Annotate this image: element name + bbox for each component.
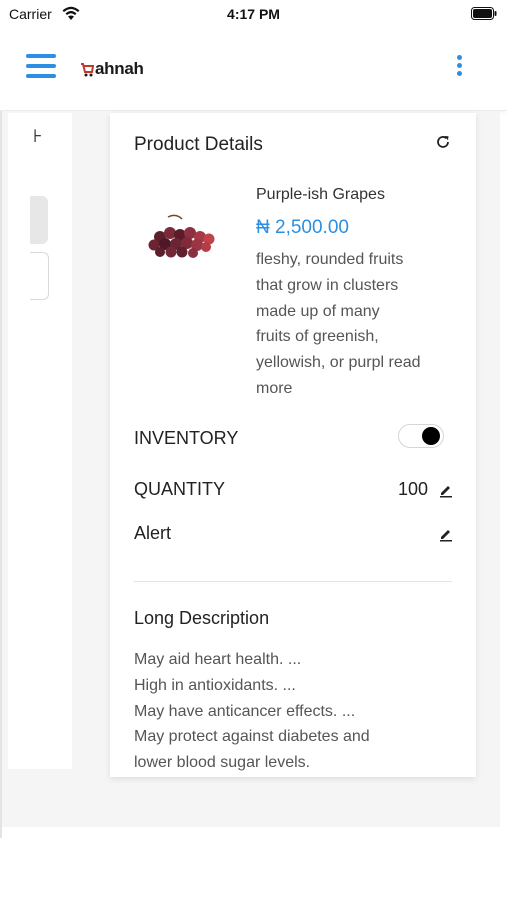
quantity-value: 100 [398,479,429,499]
app-bar: ahnah [0,30,507,111]
side-panel-glyph: ⊦ [33,126,43,146]
left-edge [0,111,2,838]
product-image [148,214,215,258]
long-description-line: May have anticancer effects. ... [134,702,356,720]
hamburger-icon[interactable] [26,54,56,80]
inventory-label: INVENTORY [134,428,239,448]
product-price: ₦ 2,500.00 [256,217,349,238]
toggle-knob [422,427,440,445]
card-title: Product Details [134,134,263,155]
logo-text: ahnah [95,59,144,78]
read-more-link[interactable]: more [256,376,462,402]
long-description-line: May protect against diabetes and [134,728,370,746]
battery-icon [471,7,497,20]
description-line: fruits of greenish, [256,328,379,346]
status-time: 4:17 PM [227,6,280,22]
long-description-title: Long Description [134,608,270,628]
long-description-line: lower blood sugar levels. [134,754,311,772]
description-line: that grow in clusters [256,276,399,294]
status-bar: Carrier 4:17 PM [0,0,507,28]
section-divider [134,581,452,582]
description-line: fleshy, rounded fruits [256,251,404,268]
edit-alert-icon[interactable] [438,526,454,542]
long-description-line: High in antioxidants. ... [134,676,296,694]
edit-quantity-icon[interactable] [438,482,454,498]
more-vertical-icon[interactable] [452,55,466,81]
app-logo: ahnah [80,58,144,80]
quantity-label: QUANTITY [134,479,226,499]
inventory-toggle[interactable] [398,424,444,448]
product-description: fleshy, rounded fruits that grow in clus… [256,247,462,402]
refresh-icon[interactable] [434,133,452,151]
description-line[interactable]: yellowish, or purpl read [256,350,462,376]
cart-logo-icon [81,63,94,77]
product-details-card: Product Details Purple-ish Grapes ₦ 2,50… [110,113,476,777]
alert-label: Alert [134,523,172,543]
side-panel-input[interactable] [30,252,49,300]
long-description-line: May aid heart health. ... [134,651,302,668]
product-name: Purple-ish Grapes [256,186,385,203]
description-line: made up of many [256,302,380,320]
side-panel-button[interactable] [30,196,48,244]
long-description-body: May aid heart health. ... High in antiox… [134,647,454,776]
